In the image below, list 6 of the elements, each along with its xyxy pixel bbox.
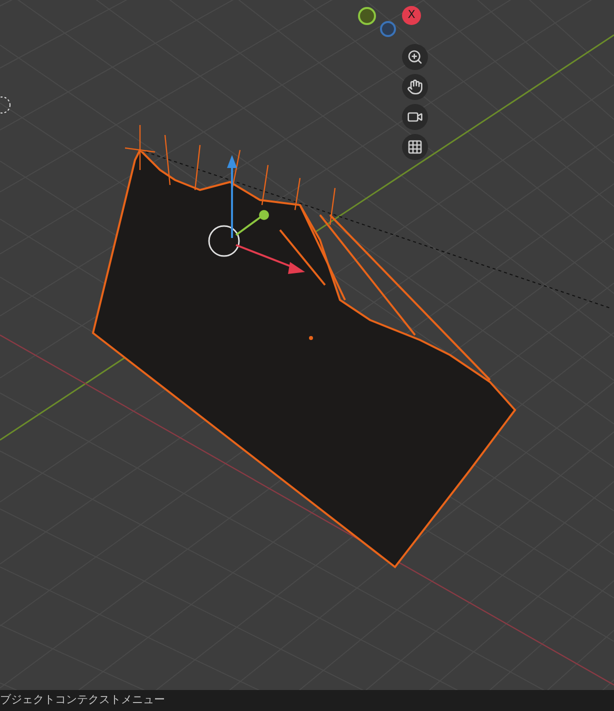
hand-icon <box>407 79 423 95</box>
status-text: ブジェクトコンテクストメニュー <box>0 692 165 708</box>
viewport[interactable]: X <box>0 0 614 690</box>
cursor-icon <box>0 96 10 114</box>
grid-icon <box>407 139 423 155</box>
zoom-in-icon <box>407 49 423 65</box>
